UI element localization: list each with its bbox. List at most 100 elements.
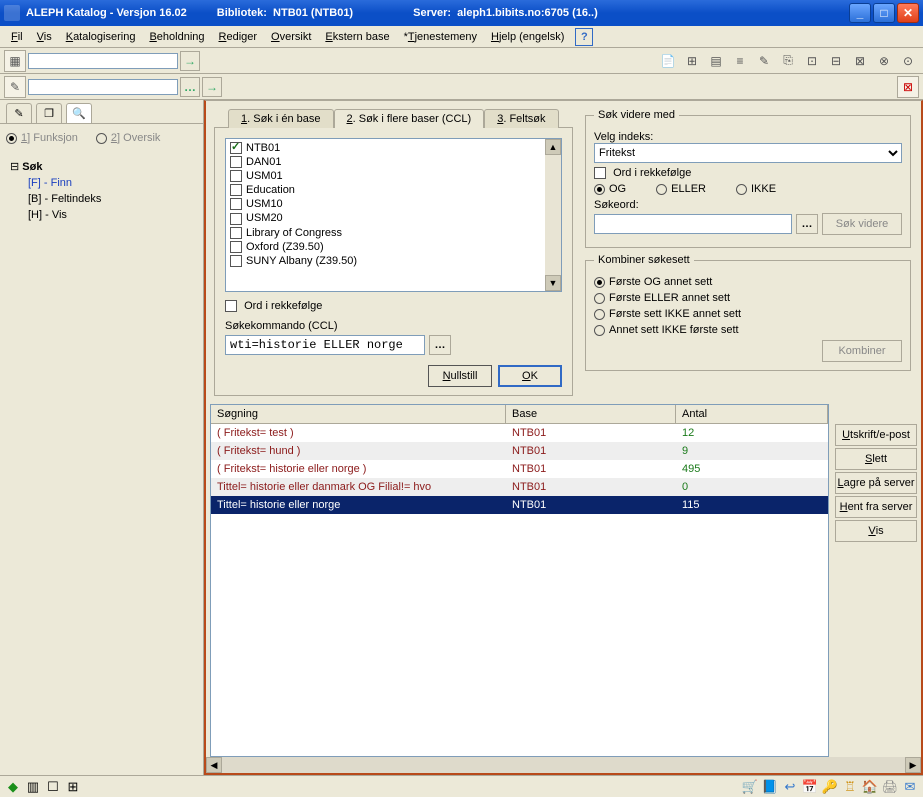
checkbox-icon[interactable] xyxy=(230,184,242,196)
menu-vis[interactable]: Vis xyxy=(30,29,59,45)
term-browse-button[interactable]: … xyxy=(796,214,818,234)
status-icon-3[interactable]: ☐ xyxy=(44,778,62,796)
close-button[interactable]: ✕ xyxy=(897,3,919,23)
combine-option[interactable]: Annet sett IKKE første sett xyxy=(594,324,902,336)
quick-input-2[interactable] xyxy=(28,79,178,95)
result-action-button[interactable]: Slett xyxy=(835,448,917,470)
book-icon[interactable]: 📘 xyxy=(761,778,779,796)
tool-c[interactable]: ▤ xyxy=(705,50,727,72)
tool-i[interactable]: ⊠ xyxy=(849,50,871,72)
go-button-2[interactable]: → xyxy=(202,77,222,97)
menu-fil[interactable]: Fil xyxy=(4,29,30,45)
database-list[interactable]: NTB01DAN01USM01EducationUSM10USM20Librar… xyxy=(225,138,562,292)
scroll-left-icon[interactable]: ◀ xyxy=(206,757,222,773)
tree-item-finn[interactable]: [F] - Finn xyxy=(10,175,193,191)
result-action-button[interactable]: Hent fra server xyxy=(835,496,917,518)
calendar-icon[interactable]: 📅 xyxy=(801,778,819,796)
db-item[interactable]: NTB01 xyxy=(228,141,559,155)
ccl-input[interactable] xyxy=(225,335,425,355)
go-button-1[interactable]: → xyxy=(180,51,200,71)
radio-ikke[interactable]: IKKE xyxy=(736,183,776,195)
tool-b[interactable]: ⊞ xyxy=(681,50,703,72)
col-count[interactable]: Antal xyxy=(676,405,828,423)
list-scrollbar[interactable]: ▲ ▼ xyxy=(545,139,561,291)
tool-d[interactable]: ≡ xyxy=(729,50,751,72)
tool-a[interactable]: 📄 xyxy=(657,50,679,72)
db-item[interactable]: Oxford (Z39.50) xyxy=(228,240,559,254)
ord2-checkbox[interactable] xyxy=(594,167,606,179)
scroll-right-icon[interactable]: ▶ xyxy=(905,757,921,773)
menu-ekstern-base[interactable]: Ekstern base xyxy=(318,29,396,45)
tower-icon[interactable]: ♖ xyxy=(841,778,859,796)
menu-tjenestemeny[interactable]: *Tjenestemeny xyxy=(397,29,484,45)
radio-og[interactable]: OG xyxy=(594,183,626,195)
tool-icon-1[interactable]: ▦ xyxy=(4,50,26,72)
ord-checkbox[interactable] xyxy=(225,300,237,312)
scroll-track[interactable] xyxy=(222,757,905,773)
quick-input-1[interactable] xyxy=(28,53,178,69)
tool-g[interactable]: ⊡ xyxy=(801,50,823,72)
ok-button[interactable]: OK xyxy=(498,365,562,387)
table-row[interactable]: ( Fritekst= test )NTB0112 xyxy=(211,424,828,442)
tree-root[interactable]: Søk xyxy=(10,158,193,175)
index-select[interactable]: Fritekst xyxy=(594,143,902,163)
ccl-browse-button[interactable]: … xyxy=(429,335,451,355)
term-input[interactable] xyxy=(594,214,792,234)
search-more-button[interactable]: Søk videre xyxy=(822,213,902,235)
checkbox-icon[interactable] xyxy=(230,227,242,239)
menu-beholdning[interactable]: Beholdning xyxy=(142,29,211,45)
home-icon[interactable]: 🏠 xyxy=(861,778,879,796)
mail-icon[interactable]: ✉ xyxy=(901,778,919,796)
minimize-button[interactable]: _ xyxy=(849,3,871,23)
scroll-up-icon[interactable]: ▲ xyxy=(545,139,561,155)
result-action-button[interactable]: Vis xyxy=(835,520,917,542)
tool-j[interactable]: ⊗ xyxy=(873,50,895,72)
tab-search-multi-ccl[interactable]: 2. Søk i flere baser (CCL) xyxy=(334,109,485,128)
return-icon[interactable]: ↩ xyxy=(781,778,799,796)
tab-search-one-base[interactable]: 1. Søk i én base xyxy=(228,109,334,128)
checkbox-icon[interactable] xyxy=(230,142,242,154)
db-item[interactable]: Library of Congress xyxy=(228,226,559,240)
scroll-down-icon[interactable]: ▼ xyxy=(545,275,561,291)
combine-button[interactable]: Kombiner xyxy=(822,340,902,362)
combine-option[interactable]: Første ELLER annet sett xyxy=(594,292,902,304)
db-item[interactable]: USM01 xyxy=(228,169,559,183)
col-query[interactable]: Søgning xyxy=(211,405,506,423)
table-row[interactable]: ( Fritekst= historie eller norge )NTB014… xyxy=(211,460,828,478)
table-row[interactable]: Tittel= historie eller danmark OG Filial… xyxy=(211,478,828,496)
db-item[interactable]: Education xyxy=(228,183,559,197)
horizontal-scrollbar[interactable]: ◀ ▶ xyxy=(206,757,921,773)
db-item[interactable]: USM10 xyxy=(228,197,559,211)
checkbox-icon[interactable] xyxy=(230,241,242,253)
menu-oversikt[interactable]: Oversikt xyxy=(264,29,318,45)
print-icon[interactable]: 🖨 xyxy=(881,778,899,796)
browse-button-2[interactable]: … xyxy=(180,77,200,97)
menu-hjelp[interactable]: Hjelp (engelsk) xyxy=(484,29,571,45)
menu-katalogisering[interactable]: Katalogisering xyxy=(59,29,143,45)
checkbox-icon[interactable] xyxy=(230,170,242,182)
subtab-oversikt[interactable]: 2] Oversik xyxy=(96,132,161,144)
radio-eller[interactable]: ELLER xyxy=(656,183,706,195)
combine-option[interactable]: Første OG annet sett xyxy=(594,276,902,288)
menu-rediger[interactable]: Rediger xyxy=(212,29,265,45)
db-item[interactable]: SUNY Albany (Z39.50) xyxy=(228,254,559,268)
status-icon-4[interactable]: ⊞ xyxy=(64,778,82,796)
checkbox-icon[interactable] xyxy=(230,156,242,168)
subtab-funksjon[interactable]: 1] Funksjon xyxy=(6,132,78,144)
help-icon[interactable]: ? xyxy=(575,28,593,46)
tool-f[interactable]: ⎘ xyxy=(777,50,799,72)
col-base[interactable]: Base xyxy=(506,405,676,423)
tool-e[interactable]: ✎ xyxy=(753,50,775,72)
db-item[interactable]: USM20 xyxy=(228,211,559,225)
key-icon[interactable]: 🔑 xyxy=(821,778,839,796)
tool-h[interactable]: ⊟ xyxy=(825,50,847,72)
combine-option[interactable]: Første sett IKKE annet sett xyxy=(594,308,902,320)
db-item[interactable]: DAN01 xyxy=(228,155,559,169)
status-icon-2[interactable]: ▥ xyxy=(24,778,42,796)
left-tab-2[interactable]: ❐ xyxy=(36,103,62,123)
tree-item-feltindeks[interactable]: [B] - Feltindeks xyxy=(10,191,193,207)
table-row[interactable]: ( Fritekst= hund )NTB019 xyxy=(211,442,828,460)
tab-feltsok[interactable]: 3. Feltsøk xyxy=(484,109,558,128)
maximize-button[interactable]: □ xyxy=(873,3,895,23)
nullstill-button[interactable]: Nullstill xyxy=(428,365,492,387)
